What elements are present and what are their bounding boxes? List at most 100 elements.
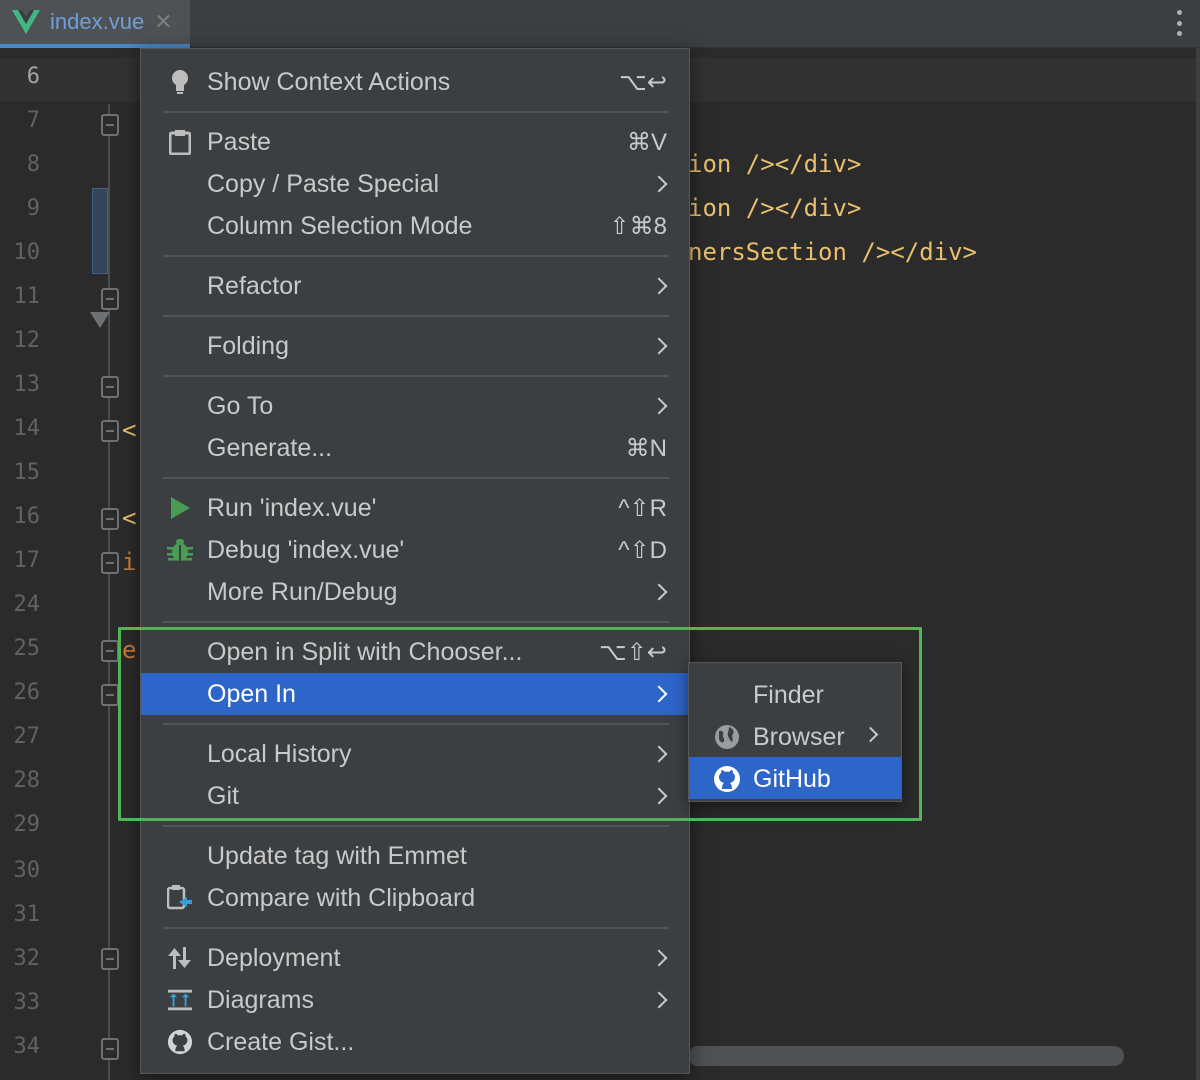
submenu-item-label: GitHub	[753, 765, 831, 793]
menu-item-update-tag-emmet[interactable]: Update tag with Emmet	[141, 835, 689, 877]
menu-item-shortcut: ⌘V	[626, 128, 667, 156]
menu-item-shortcut: ⌥↩	[619, 68, 667, 96]
code-text: i	[122, 548, 137, 576]
lightbulb-icon	[167, 69, 193, 95]
submenu-item-browser[interactable]: Browser	[689, 715, 901, 757]
menu-separator	[163, 255, 669, 257]
line-number: 10	[13, 240, 41, 265]
menu-item-copy-paste-special[interactable]: Copy / Paste Special	[141, 163, 689, 205]
menu-item-debug[interactable]: Debug 'index.vue' ^⇧D	[141, 529, 689, 571]
fold-marker-icon[interactable]	[101, 288, 119, 310]
submenu-arrow-icon	[650, 337, 668, 355]
horizontal-scrollbar[interactable]	[688, 1046, 1124, 1066]
menu-item-local-history[interactable]: Local History	[141, 733, 689, 775]
bug-icon	[167, 537, 193, 563]
menu-item-run[interactable]: Run 'index.vue' ^⇧R	[141, 487, 689, 529]
menu-item-label: Deployment	[207, 943, 341, 972]
fold-marker-icon[interactable]	[101, 114, 119, 136]
menu-item-more-run-debug[interactable]: More Run/Debug	[141, 571, 689, 613]
open-in-submenu: Finder Browser GitHub	[688, 662, 902, 802]
menu-item-label: Compare with Clipboard	[207, 883, 476, 912]
submenu-item-github[interactable]: GitHub	[689, 757, 901, 799]
menu-item-compare-with-clipboard[interactable]: Compare with Clipboard	[141, 877, 689, 919]
fold-marker-icon[interactable]	[101, 508, 119, 530]
menu-item-label: Copy / Paste Special	[207, 169, 440, 198]
fold-guide-line	[108, 104, 110, 1080]
breakpoint-arrow-icon	[90, 312, 110, 328]
menu-item-go-to[interactable]: Go To	[141, 385, 689, 427]
line-number: 26	[13, 680, 41, 705]
globe-icon	[713, 723, 741, 751]
close-tab-icon[interactable]: ✕	[154, 9, 172, 35]
menu-item-show-context-actions[interactable]: Show Context Actions ⌥↩	[141, 61, 689, 103]
line-number: 32	[13, 946, 41, 971]
more-options-icon[interactable]	[1174, 8, 1184, 38]
fold-marker-icon[interactable]	[101, 1038, 119, 1060]
code-text: <	[122, 416, 137, 444]
menu-item-folding[interactable]: Folding	[141, 325, 689, 367]
menu-item-git[interactable]: Git	[141, 775, 689, 817]
submenu-arrow-icon	[862, 726, 879, 743]
fold-marker-icon[interactable]	[101, 376, 119, 398]
fold-marker-icon[interactable]	[101, 640, 119, 662]
submenu-arrow-icon	[650, 787, 668, 805]
line-number: 14	[13, 416, 41, 441]
menu-item-shortcut: ^⇧D	[618, 536, 667, 564]
menu-item-label: Show Context Actions	[207, 67, 451, 96]
menu-item-generate[interactable]: Generate... ⌘N	[141, 427, 689, 469]
menu-item-label: Update tag with Emmet	[207, 841, 467, 870]
line-number: 17	[13, 548, 41, 573]
menu-item-shortcut: ⇧⌘8	[609, 212, 667, 240]
submenu-arrow-icon	[650, 991, 668, 1009]
fold-marker-icon[interactable]	[101, 420, 119, 442]
line-number: 33	[13, 990, 41, 1015]
menu-item-label: Open In	[207, 679, 296, 708]
vcs-change-marker[interactable]	[92, 188, 108, 274]
line-number: 9	[26, 196, 40, 221]
fold-marker-icon[interactable]	[101, 684, 119, 706]
editor-tab-bar: index.vue ✕	[0, 0, 1200, 48]
menu-item-refactor[interactable]: Refactor	[141, 265, 689, 307]
menu-item-deployment[interactable]: Deployment	[141, 937, 689, 979]
menu-separator	[163, 375, 669, 377]
submenu-item-label: Finder	[753, 681, 824, 709]
line-number: 31	[13, 902, 41, 927]
fold-marker-icon[interactable]	[101, 948, 119, 970]
menu-item-diagrams[interactable]: Diagrams	[141, 979, 689, 1021]
compare-clipboard-icon	[167, 885, 193, 911]
github-icon	[167, 1029, 193, 1055]
menu-item-label: Refactor	[207, 271, 302, 300]
line-number: 25	[13, 636, 41, 661]
code-text: nersSection /></div>	[688, 238, 977, 266]
vue-file-icon	[12, 10, 40, 34]
menu-separator	[163, 927, 669, 929]
submenu-arrow-icon	[650, 745, 668, 763]
submenu-item-label: Browser	[753, 723, 845, 751]
menu-item-paste[interactable]: Paste ⌘V	[141, 121, 689, 163]
menu-item-label: Open in Split with Chooser...	[207, 637, 523, 666]
editor-gutter: 6 7 8 9 10 11 12 13 14 15 16 17 24 25 26…	[0, 58, 140, 1080]
line-number: 13	[13, 372, 41, 397]
menu-item-open-in[interactable]: Open In	[141, 673, 689, 715]
submenu-arrow-icon	[650, 949, 668, 967]
clipboard-icon	[167, 129, 193, 155]
code-text: ion /></div>	[688, 194, 862, 222]
submenu-arrow-icon	[650, 685, 668, 703]
submenu-arrow-icon	[650, 397, 668, 415]
line-number: 27	[13, 724, 41, 749]
code-text: <	[122, 504, 137, 532]
editor-right-edge	[1196, 48, 1200, 1080]
code-text: e	[122, 636, 137, 664]
menu-item-create-gist[interactable]: Create Gist...	[141, 1021, 689, 1063]
line-number: 6	[26, 64, 40, 89]
menu-item-column-selection-mode[interactable]: Column Selection Mode ⇧⌘8	[141, 205, 689, 247]
menu-item-label: Debug 'index.vue'	[207, 535, 405, 564]
tab-index-vue[interactable]: index.vue ✕	[0, 0, 190, 48]
fold-marker-icon[interactable]	[101, 552, 119, 574]
menu-separator	[163, 825, 669, 827]
menu-item-open-in-split[interactable]: Open in Split with Chooser... ⌥⇧↩	[141, 631, 689, 673]
line-number: 16	[13, 504, 41, 529]
submenu-item-finder[interactable]: Finder	[689, 673, 901, 715]
submenu-arrow-icon	[650, 583, 668, 601]
line-number: 7	[26, 108, 40, 133]
